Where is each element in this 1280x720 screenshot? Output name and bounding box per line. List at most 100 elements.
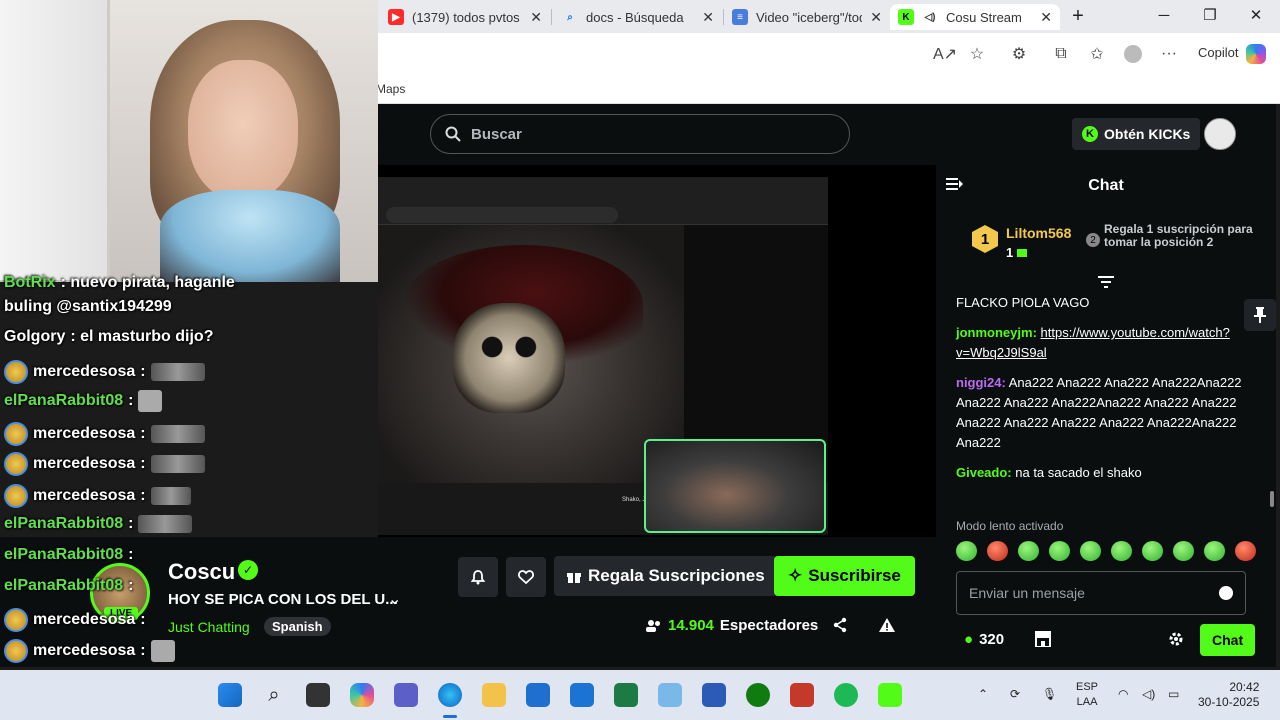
powerpoint-icon[interactable] <box>790 683 814 707</box>
chat-message: FLACKO PIOLA VAGO <box>956 293 1256 313</box>
search-icon[interactable]: ⌕ <box>262 683 286 707</box>
photos-icon[interactable] <box>658 683 682 707</box>
more-menu-icon[interactable]: ··· <box>1158 43 1180 65</box>
active-app-indicator <box>443 715 457 718</box>
favorite-maps[interactable]: Maps <box>376 82 405 96</box>
close-icon[interactable]: ✕ <box>702 9 714 26</box>
chat-message: niggi24: Ana222 Ana222 Ana222 Ana222Ana2… <box>956 373 1256 453</box>
tab-kick[interactable]: K ◁) Cosu Stream - ✕ <box>890 4 1060 30</box>
subscribe-button[interactable]: ✧ Suscribirse <box>774 556 915 596</box>
emote-icon[interactable] <box>1173 541 1194 561</box>
chat-header: Chat <box>936 165 1276 205</box>
chat-scrollbar[interactable] <box>1270 491 1274 507</box>
edge-icon[interactable] <box>438 683 462 707</box>
shared-screen: Shako, Jugo! - Medio Tana (Video Oficial… <box>378 177 828 535</box>
language-indicator[interactable]: ESP LAA <box>1076 680 1098 710</box>
new-tab-button[interactable]: + <box>1068 6 1088 26</box>
emote-icon[interactable] <box>1142 541 1163 561</box>
search-input[interactable]: Buscar <box>430 114 850 154</box>
volume-icon[interactable]: ◁) <box>1142 687 1155 701</box>
taskbar: ⌕ ⌃ ⟳ 🎙 ESP LAA ◠ ◁) ▭ 20:42 30-10-2025 <box>0 670 1280 720</box>
kick-icon: K <box>898 9 914 25</box>
emote-icon[interactable] <box>987 541 1008 561</box>
clock[interactable]: 20:42 30-10-2025 <box>1198 680 1259 710</box>
close-icon[interactable]: ✕ <box>530 9 542 26</box>
start-icon[interactable] <box>218 683 242 707</box>
gift-subs-button[interactable]: Regala Suscripciones <box>554 556 777 596</box>
share-icon[interactable] <box>832 617 848 638</box>
emote-icon[interactable] <box>1018 541 1039 561</box>
avatar[interactable] <box>1204 118 1236 150</box>
store-app-icon[interactable] <box>526 683 550 707</box>
emote-icon[interactable] <box>1111 541 1132 561</box>
wifi-icon[interactable]: ◠ <box>1118 687 1128 701</box>
emote-icon[interactable] <box>1049 541 1070 561</box>
speaker-icon[interactable]: ◁) <box>922 9 938 25</box>
get-kicks-button[interactable]: K Obtén KICKs <box>1072 118 1201 150</box>
copilot-button[interactable]: Copilot <box>1198 45 1238 60</box>
microphone-icon[interactable]: 🎙 <box>1042 687 1057 701</box>
rank-badge: 1 <box>972 225 998 253</box>
tab-doc[interactable]: ≡ Video "iceberg"/tod ✕ <box>724 4 890 30</box>
store-icon[interactable] <box>1034 631 1052 652</box>
excel-icon[interactable] <box>614 683 638 707</box>
close-icon[interactable]: ✕ <box>1040 9 1052 26</box>
sync-icon[interactable]: ⟳ <box>1010 687 1020 701</box>
tab-search[interactable]: ⌕ docs - Búsqueda ✕ <box>554 4 722 30</box>
follow-button[interactable] <box>506 557 546 597</box>
emote-bar <box>956 541 1256 561</box>
split-screen-icon[interactable]: ⧉ <box>1050 43 1072 65</box>
chat-message: Giveado: na ta sacado el shako <box>956 463 1256 483</box>
spotify-icon[interactable] <box>834 683 858 707</box>
message-user[interactable]: Giveado: <box>956 465 1012 480</box>
mail-icon[interactable] <box>570 683 594 707</box>
url-field[interactable] <box>378 37 998 69</box>
restore-button[interactable]: ❐ <box>1200 6 1220 26</box>
extensions-icon[interactable]: ⚙ <box>1008 43 1030 65</box>
xbox-icon[interactable] <box>746 683 770 707</box>
leader-count: 1 <box>1006 245 1028 260</box>
close-icon[interactable]: ✕ <box>870 9 882 26</box>
emote-icon[interactable] <box>1204 541 1225 561</box>
filter-icon[interactable] <box>1098 275 1114 293</box>
file-explorer-icon[interactable] <box>482 683 506 707</box>
copilot-app-icon[interactable] <box>350 683 374 707</box>
profile-icon[interactable] <box>1122 43 1144 65</box>
tab-youtube[interactable]: ▶ (1379) todos pvtos - ✕ <box>380 4 550 30</box>
battery-icon[interactable]: ▭ <box>1168 687 1179 701</box>
channel-points[interactable]: ● 320 <box>964 631 1004 648</box>
word-icon[interactable] <box>702 683 726 707</box>
report-icon[interactable] <box>878 617 896 638</box>
kick-app-icon[interactable] <box>878 683 902 707</box>
chevron-down-icon[interactable]: ⌄ <box>388 589 401 609</box>
leader-name[interactable]: Liltom568 <box>1006 225 1071 241</box>
message-user[interactable]: jonmoneyjm: <box>956 325 1037 340</box>
chat-input[interactable]: Enviar un mensaje <box>956 571 1246 615</box>
doc-icon: ≡ <box>732 9 748 25</box>
minimize-button[interactable]: ─ <box>1154 6 1174 26</box>
task-view-icon[interactable] <box>306 683 330 707</box>
overlay-chat-line: mercedesosa: <box>4 360 205 384</box>
favorite-star-icon[interactable]: ☆ <box>966 43 988 65</box>
emoji-picker-icon[interactable] <box>1219 586 1233 600</box>
favorites-icon[interactable]: ✩ <box>1086 43 1108 65</box>
message-user[interactable]: niggi24: <box>956 375 1006 390</box>
read-aloud-icon[interactable]: A↗ <box>933 43 957 65</box>
video-player[interactable]: Shako, Jugo! - Medio Tana (Video Oficial… <box>378 165 936 537</box>
gift-cta[interactable]: Regala 1 suscripción para tomar la posic… <box>1104 223 1254 249</box>
message-text: na ta sacado el shako <box>1015 465 1142 480</box>
pin-icon[interactable] <box>1244 299 1276 331</box>
send-chat-button[interactable]: Chat <box>1200 624 1256 656</box>
gear-icon[interactable] <box>1168 631 1184 652</box>
teams-icon[interactable] <box>394 683 418 707</box>
tray-overflow-icon[interactable]: ⌃ <box>978 687 988 701</box>
emote-icon[interactable] <box>1235 541 1256 561</box>
emote-icon[interactable] <box>1080 541 1101 561</box>
sparkle-icon: ✧ <box>788 566 803 585</box>
copilot-icon[interactable] <box>1246 44 1266 64</box>
notifications-button[interactable] <box>458 557 498 597</box>
emote-icon[interactable] <box>956 541 977 561</box>
close-window-button[interactable]: ✕ <box>1246 6 1266 26</box>
viewer-number: 14.904 <box>668 617 714 634</box>
subscribe-label: Suscribirse <box>808 566 901 585</box>
